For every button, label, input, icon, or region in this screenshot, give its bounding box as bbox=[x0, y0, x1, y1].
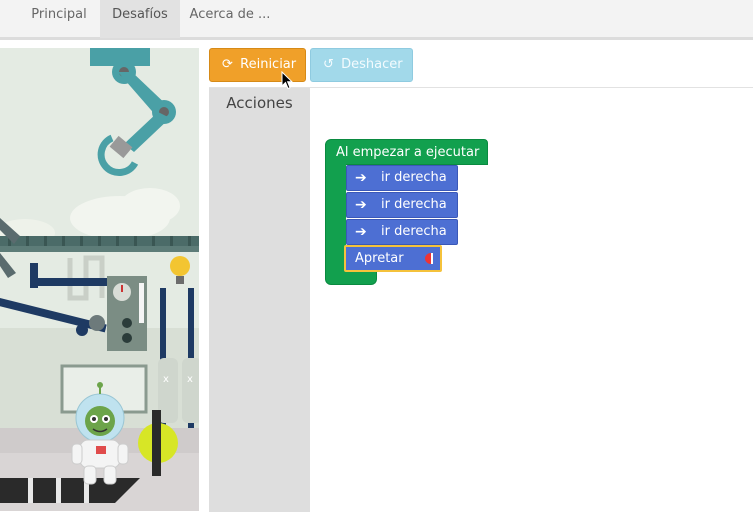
game-scene: x x bbox=[0, 48, 199, 511]
red-button-icon bbox=[425, 253, 433, 264]
start-block-arm bbox=[325, 164, 346, 272]
reset-button-label: Reiniciar bbox=[240, 57, 297, 72]
factory-scene-illustration: x x bbox=[0, 48, 199, 511]
block-label: ir derecha bbox=[381, 197, 447, 212]
start-block-foot bbox=[325, 270, 377, 285]
block-label: ir derecha bbox=[381, 224, 447, 239]
toolbox: Acciones bbox=[209, 88, 310, 512]
toolbox-category-acciones[interactable]: Acciones bbox=[209, 94, 310, 112]
press-button-block[interactable]: Apretar bbox=[344, 245, 442, 272]
undo-icon: ↺ bbox=[323, 57, 334, 72]
block-label: Apretar bbox=[355, 251, 404, 266]
mouse-cursor-icon bbox=[281, 71, 293, 90]
arrow-right-icon: ➔ bbox=[355, 197, 367, 213]
tab-principal[interactable]: Principal bbox=[20, 0, 98, 38]
tab-acerca-de[interactable]: Acerca de ... bbox=[182, 0, 278, 38]
move-right-block[interactable]: ➔ ir derecha bbox=[346, 192, 458, 218]
tab-desafios[interactable]: Desafíos bbox=[100, 0, 180, 38]
move-right-block[interactable]: ➔ ir derecha bbox=[346, 219, 458, 245]
arrow-right-icon: ➔ bbox=[355, 224, 367, 240]
move-right-block[interactable]: ➔ ir derecha bbox=[346, 165, 458, 191]
undo-button-label: Deshacer bbox=[341, 57, 403, 72]
arrow-right-icon: ➔ bbox=[355, 170, 367, 186]
block-label: ir derecha bbox=[381, 170, 447, 185]
top-nav: Principal Desafíos Acerca de ... bbox=[0, 0, 753, 40]
svg-text:x: x bbox=[163, 374, 169, 385]
undo-button[interactable]: ↺ Deshacer bbox=[310, 48, 413, 82]
start-block[interactable]: Al empezar a ejecutar bbox=[325, 139, 488, 165]
refresh-icon: ⟳ bbox=[222, 57, 233, 72]
svg-text:x: x bbox=[187, 374, 193, 385]
